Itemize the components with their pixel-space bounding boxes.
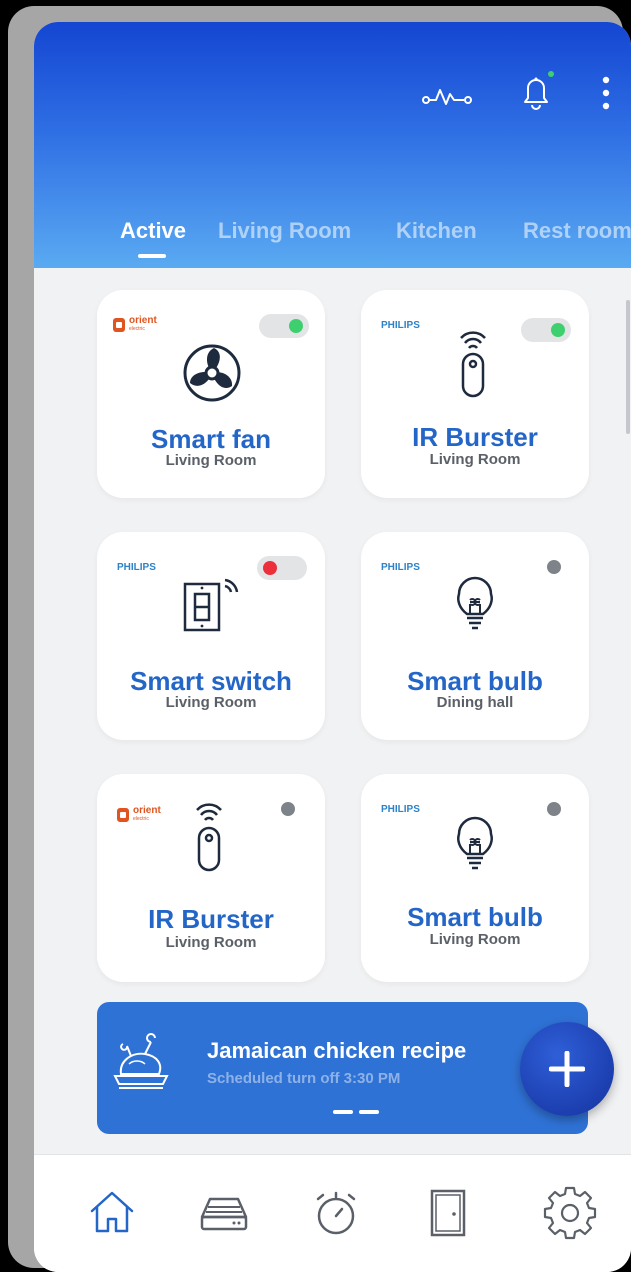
device-room: Living Room	[429, 451, 521, 468]
device-name: IR Burster	[148, 904, 274, 934]
tab-active[interactable]: Active	[120, 218, 186, 244]
offline-indicator	[281, 802, 295, 816]
device-room: Dining hall	[436, 694, 514, 711]
tab-rest-room[interactable]: Rest room	[523, 218, 631, 244]
activity-icon[interactable]	[422, 84, 474, 108]
remote-icon	[460, 331, 486, 398]
scene-banner[interactable]: Jamaican chicken recipe Scheduled turn o…	[97, 1002, 588, 1134]
active-tab-indicator	[138, 254, 166, 258]
device-card[interactable]: PHILIPS Smart bulb Living Room	[361, 774, 589, 982]
notification-dot	[548, 71, 554, 77]
device-room: Living Room	[165, 934, 257, 951]
roast-chicken-icon	[113, 1033, 169, 1089]
device-name: Smart switch	[130, 666, 292, 696]
home-icon[interactable]	[84, 1185, 140, 1241]
device-card[interactable]: PHILIPS IR Burster Living Room	[361, 290, 589, 498]
philips-logo: PHILIPS	[381, 320, 420, 331]
device-name: Smart bulb	[407, 666, 543, 696]
device-room: Living Room	[165, 452, 257, 469]
offline-indicator	[547, 560, 561, 574]
banner-title: Jamaican chicken recipe	[207, 1038, 467, 1063]
device-card[interactable]: orient electric Smart fan Living Room	[97, 290, 325, 498]
device-card[interactable]: PHILIPS Smart bulb Dining hall	[361, 532, 589, 740]
phone-frame: Active Living Room Kitchen Rest room ori…	[8, 6, 631, 1272]
philips-logo: PHILIPS	[117, 562, 156, 573]
switch-icon	[183, 578, 239, 632]
app-screen: Active Living Room Kitchen Rest room ori…	[34, 22, 631, 1272]
tab-living-room[interactable]: Living Room	[218, 218, 351, 244]
device-name: Smart fan	[151, 424, 271, 454]
plus-icon	[549, 1051, 585, 1087]
device-name: Smart bulb	[407, 902, 543, 932]
device-name: IR Burster	[412, 422, 538, 452]
power-toggle[interactable]	[521, 318, 571, 342]
pager-dot[interactable]	[359, 1110, 379, 1114]
device-room: Living Room	[429, 931, 521, 948]
scrollbar[interactable]	[626, 300, 630, 434]
bell-icon[interactable]	[516, 72, 556, 112]
device-card[interactable]: PHILIPS Smart switch Living Room	[97, 532, 325, 740]
power-toggle[interactable]	[259, 314, 309, 338]
room-tabs: Active Living Room Kitchen Rest room	[34, 218, 631, 258]
add-button[interactable]	[520, 1022, 614, 1116]
banner-subtitle: Scheduled turn off 3:30 PM	[207, 1070, 401, 1087]
remote-icon	[196, 803, 222, 872]
offline-indicator	[547, 802, 561, 816]
tab-kitchen[interactable]: Kitchen	[396, 218, 477, 244]
hub-icon[interactable]	[196, 1185, 252, 1241]
timer-icon[interactable]	[308, 1185, 364, 1241]
fan-icon	[183, 344, 241, 402]
pager-dot[interactable]	[333, 1110, 353, 1114]
more-vertical-icon[interactable]	[600, 76, 612, 112]
door-icon[interactable]	[420, 1185, 476, 1241]
philips-logo: PHILIPS	[381, 804, 420, 815]
device-room: Living Room	[165, 694, 257, 711]
power-toggle[interactable]	[257, 556, 307, 580]
bulb-icon	[457, 576, 493, 630]
bulb-icon	[457, 816, 493, 870]
device-card[interactable]: orient electric IR Burster Living Room	[97, 774, 325, 982]
settings-icon[interactable]	[542, 1185, 598, 1241]
bottom-navigation	[34, 1154, 631, 1272]
app-header: Active Living Room Kitchen Rest room	[34, 22, 631, 268]
philips-logo: PHILIPS	[381, 562, 420, 573]
